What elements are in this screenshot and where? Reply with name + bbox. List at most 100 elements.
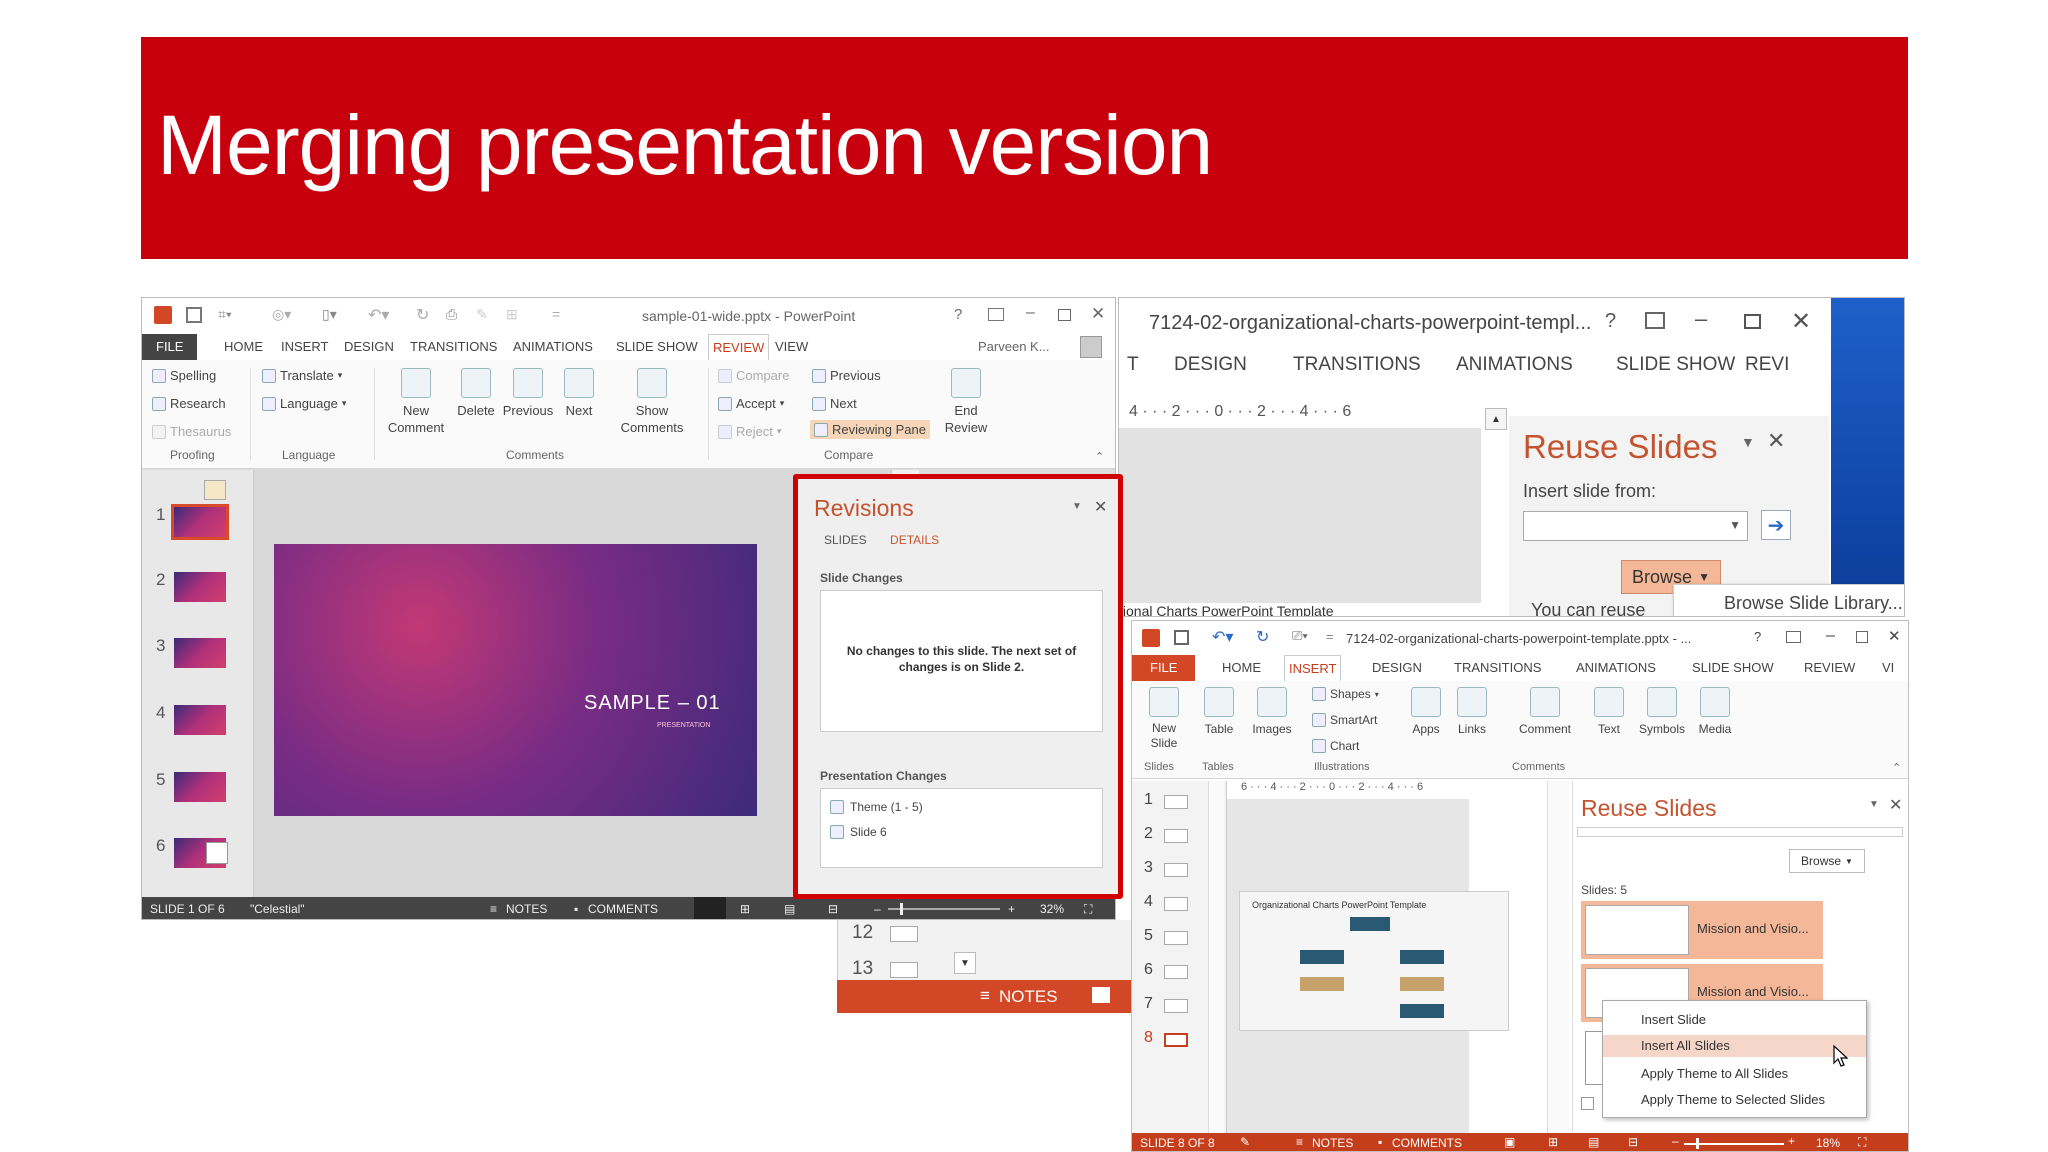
tab-review[interactable]: REVIEW: [1804, 655, 1855, 681]
current-slide[interactable]: SAMPLE – 01 PRESENTATION: [274, 544, 757, 816]
symbols-button[interactable]: Symbols: [1634, 687, 1690, 738]
comment-button[interactable]: Comment: [1512, 687, 1578, 738]
collapse-ribbon-icon[interactable]: ⌃: [1095, 450, 1104, 463]
text-button[interactable]: Text: [1590, 687, 1628, 738]
next-comment-button[interactable]: Next: [556, 368, 602, 419]
end-review-button[interactable]: End Review: [942, 368, 990, 436]
slide-thumb-4[interactable]: [174, 705, 226, 735]
tab-slide-show[interactable]: SLIDE SHOW: [1692, 655, 1774, 681]
zoom-out-icon[interactable]: –: [874, 902, 881, 916]
slide-thumb-selected[interactable]: [1164, 1033, 1188, 1047]
pane-close-icon[interactable]: ✕: [1889, 795, 1902, 815]
reading-view-icon[interactable]: ▤: [784, 902, 795, 916]
slide-thumb-1[interactable]: [171, 504, 229, 540]
zoom-level[interactable]: 32%: [1040, 902, 1064, 916]
menu-item-insert-slide[interactable]: Insert Slide: [1603, 1009, 1866, 1031]
ribbon-display-icon[interactable]: [988, 308, 1004, 321]
change-item-theme[interactable]: Theme (1 - 5): [830, 800, 923, 814]
close-icon[interactable]: ✕: [1888, 627, 1901, 645]
new-slide-button[interactable]: New Slide: [1138, 687, 1190, 751]
print-icon[interactable]: ⎙: [446, 306, 457, 323]
minimize-icon[interactable]: –: [1026, 304, 1035, 322]
tab-file[interactable]: FILE: [142, 334, 198, 360]
tab-animations[interactable]: ANIMATIONS: [1456, 354, 1573, 376]
tab-view-partial[interactable]: VI: [1882, 655, 1894, 681]
reject-button[interactable]: Reject ▾: [718, 424, 781, 439]
undo-icon[interactable]: ↶▾: [1212, 627, 1233, 647]
zoom-slider[interactable]: [888, 908, 1000, 910]
browse-button[interactable]: Browse ▼: [1789, 849, 1865, 873]
maximize-icon[interactable]: [1058, 309, 1071, 321]
scroll-down-icon[interactable]: ▼: [954, 952, 976, 974]
chart-button[interactable]: Chart: [1312, 739, 1359, 753]
delete-comment-button[interactable]: Delete: [446, 368, 506, 419]
fit-slide-icon[interactable]: ⛶: [1858, 1135, 1866, 1150]
minimize-icon[interactable]: –: [1695, 306, 1707, 332]
change-item-slide6[interactable]: Slide 6: [830, 825, 887, 839]
slideshow-view-icon[interactable]: ⊟: [1628, 1135, 1638, 1149]
slide-sorter-icon[interactable]: ⊞: [1548, 1135, 1558, 1149]
new-icon[interactable]: ▯▾: [322, 306, 337, 323]
menu-item-apply-theme-selected[interactable]: Apply Theme to Selected Slides: [1603, 1089, 1866, 1111]
accept-button[interactable]: Accept ▾: [718, 396, 784, 411]
reuse-slide-item[interactable]: Mission and Visio...: [1581, 901, 1823, 959]
tab-transitions[interactable]: TRANSITIONS: [1454, 655, 1541, 681]
tab-details[interactable]: DETAILS: [890, 533, 939, 547]
zoom-slider[interactable]: [1684, 1143, 1784, 1145]
zoom-thumb[interactable]: [1696, 1138, 1699, 1149]
tab-animations[interactable]: ANIMATIONS: [513, 334, 593, 360]
redo-icon[interactable]: ↻: [416, 305, 429, 325]
table-button[interactable]: Table: [1196, 687, 1242, 738]
tab-review[interactable]: REVIEW: [708, 334, 770, 360]
canvas-scrollbar[interactable]: [1547, 781, 1569, 1133]
tab-insert-partial[interactable]: T: [1127, 354, 1139, 376]
tab-design[interactable]: DESIGN: [1174, 354, 1247, 376]
redo-icon[interactable]: ↻: [1256, 627, 1269, 647]
tab-file[interactable]: FILE: [1132, 655, 1196, 681]
images-button[interactable]: Images: [1246, 687, 1298, 738]
smartart-button[interactable]: SmartArt: [1312, 713, 1377, 727]
tab-review-partial[interactable]: REVI: [1745, 354, 1789, 376]
pane-options-icon[interactable]: ▼: [1741, 434, 1755, 450]
ribbon-display-icon[interactable]: [1786, 631, 1801, 643]
menu-item-apply-theme-all[interactable]: Apply Theme to All Slides: [1603, 1063, 1866, 1085]
previous-comment-button[interactable]: Previous: [498, 368, 558, 419]
thumb[interactable]: [890, 962, 918, 978]
scroll-up-icon[interactable]: ▲: [1485, 408, 1507, 430]
tab-slide-show[interactable]: SLIDE SHOW: [616, 334, 698, 360]
zoom-in-icon[interactable]: +: [1788, 1134, 1795, 1148]
close-icon[interactable]: ✕: [1091, 304, 1105, 324]
apps-button[interactable]: Apps: [1404, 687, 1448, 738]
help-icon[interactable]: ?: [1605, 310, 1616, 333]
avatar[interactable]: [1080, 336, 1102, 358]
slide-thumb[interactable]: [1164, 965, 1188, 979]
close-icon[interactable]: ✕: [1791, 307, 1811, 336]
maximize-icon[interactable]: [1856, 631, 1868, 643]
tab-insert[interactable]: INSERT: [281, 334, 328, 360]
tab-transitions[interactable]: TRANSITIONS: [410, 334, 497, 360]
zoom-level[interactable]: 18%: [1816, 1136, 1840, 1150]
customize-icon[interactable]: =: [1326, 629, 1334, 644]
slide-thumb[interactable]: [1164, 897, 1188, 911]
slide-thumb[interactable]: [1164, 829, 1188, 843]
help-icon[interactable]: ?: [954, 306, 962, 323]
media-button[interactable]: Media: [1692, 687, 1738, 738]
help-icon[interactable]: ?: [1754, 629, 1761, 644]
translate-button[interactable]: Translate ▾: [262, 368, 342, 383]
zoom-out-icon[interactable]: –: [1672, 1134, 1679, 1148]
thesaurus-button[interactable]: Thesaurus: [152, 424, 231, 439]
insert-from-input[interactable]: [1577, 827, 1903, 837]
new-comment-button[interactable]: New Comment: [376, 368, 456, 436]
user-name[interactable]: Parveen K...: [978, 334, 1050, 360]
slideshow-icon[interactable]: ◎▾: [272, 306, 291, 323]
comments-button[interactable]: COMMENTS: [588, 902, 658, 916]
keep-formatting-checkbox[interactable]: [1581, 1097, 1594, 1110]
undo-icon[interactable]: ↶▾: [368, 305, 389, 325]
tab-home[interactable]: HOME: [1222, 655, 1261, 681]
dropdown-arrow-icon[interactable]: ▼: [1729, 518, 1741, 532]
tab-slide-show[interactable]: SLIDE SHOW: [1616, 354, 1735, 376]
spelling-button[interactable]: Spelling: [152, 368, 216, 383]
spelling-icon[interactable]: ✎: [476, 306, 488, 323]
maximize-icon[interactable]: [1744, 314, 1761, 329]
save-icon[interactable]: [1174, 630, 1189, 645]
